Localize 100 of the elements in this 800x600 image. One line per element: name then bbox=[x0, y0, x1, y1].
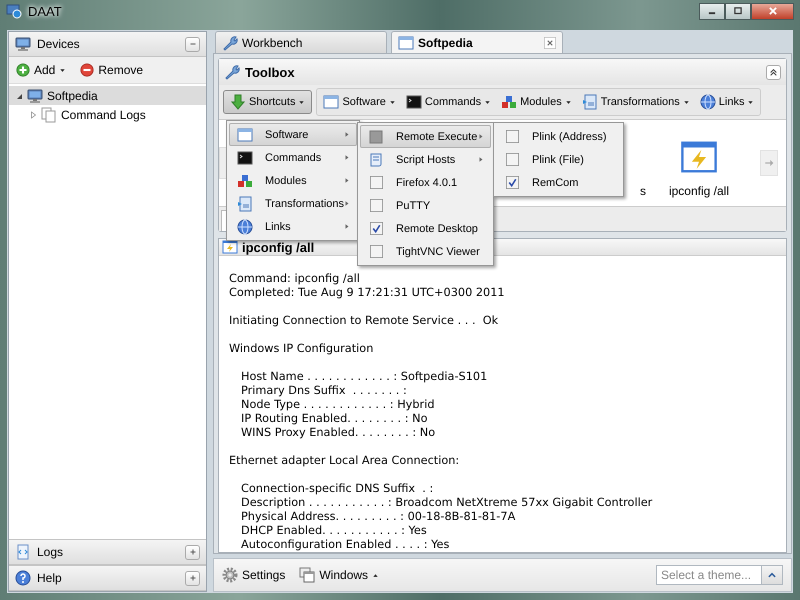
minimize-button[interactable] bbox=[699, 2, 725, 20]
menu-item[interactable]: Remote Execute bbox=[360, 125, 491, 148]
script-icon bbox=[582, 94, 598, 110]
menu-item[interactable]: Plink (File) bbox=[496, 148, 621, 171]
submenu-arrow-icon bbox=[344, 130, 350, 139]
toolbar-menu-button[interactable]: Software bbox=[319, 91, 400, 113]
window-icon bbox=[237, 126, 253, 142]
maximize-button[interactable] bbox=[725, 2, 751, 20]
dropdown-button[interactable] bbox=[762, 565, 783, 585]
tree-item[interactable]: Command Logs bbox=[9, 105, 206, 124]
add-button[interactable]: Add bbox=[14, 61, 68, 79]
settings-button[interactable]: Settings bbox=[222, 567, 286, 583]
wrench-icon bbox=[222, 34, 238, 50]
menu-item[interactable]: Remote Desktop bbox=[360, 217, 491, 240]
submenu-arrow-icon bbox=[344, 176, 350, 185]
checkbox[interactable] bbox=[506, 176, 518, 189]
globe-icon bbox=[237, 218, 253, 234]
right-arrow-icon bbox=[764, 158, 774, 168]
menu-item[interactable]: TightVNC Viewer bbox=[360, 240, 491, 263]
collapse-button[interactable] bbox=[185, 36, 200, 52]
caret-icon bbox=[682, 98, 690, 106]
tab[interactable]: Workbench bbox=[215, 31, 387, 53]
output-line: Node Type . . . . . . . . . . . . : Hybrid bbox=[240, 398, 434, 412]
output-line: Ethernet adapter Local Area Connection: bbox=[229, 454, 460, 468]
close-icon[interactable] bbox=[544, 36, 556, 48]
help-icon bbox=[15, 570, 31, 586]
panel-title: Devices bbox=[37, 37, 80, 51]
output-line: Autoconfiguration Enabled . . . . : Yes bbox=[240, 538, 450, 552]
collapse-button[interactable] bbox=[766, 64, 781, 80]
output-line: IP Routing Enabled. . . . . . . . : No bbox=[240, 412, 428, 426]
theme-field[interactable]: Select a theme... bbox=[656, 565, 762, 585]
caret-icon bbox=[747, 98, 754, 106]
remove-icon bbox=[80, 63, 94, 77]
expand-button[interactable] bbox=[185, 570, 200, 586]
panel-title: ipconfig /all bbox=[242, 240, 314, 254]
toolbar-menu-button[interactable]: Shortcuts bbox=[223, 90, 312, 114]
checkbox[interactable] bbox=[370, 222, 382, 235]
windows-menu-button[interactable]: Windows bbox=[299, 567, 380, 583]
menu-item[interactable]: Software bbox=[229, 123, 357, 146]
document-icon bbox=[41, 106, 57, 122]
output-line: WINS Proxy Enabled. . . . . . . . : No bbox=[240, 426, 436, 440]
shortcut-label: s bbox=[640, 184, 646, 198]
blocks-icon bbox=[237, 172, 253, 188]
double-chevron-icon bbox=[769, 68, 778, 76]
plus-icon bbox=[188, 548, 196, 556]
shortcut-label: ipconfig /all bbox=[668, 184, 730, 198]
close-icon bbox=[768, 6, 778, 16]
menu-item[interactable]: RemCom bbox=[496, 171, 621, 194]
caret-icon bbox=[298, 98, 306, 106]
checkbox[interactable] bbox=[370, 176, 382, 189]
checkbox[interactable] bbox=[506, 153, 518, 166]
caret-icon bbox=[564, 98, 572, 106]
submenu-arrow-icon bbox=[478, 155, 484, 164]
code-page-icon bbox=[15, 544, 31, 560]
output-line: Command: ipconfig /all bbox=[229, 272, 360, 286]
caret-icon bbox=[59, 66, 66, 74]
menu-item[interactable]: Firefox 4.0.1 bbox=[360, 171, 491, 194]
app-icon bbox=[6, 3, 22, 19]
monitor-icon bbox=[27, 88, 43, 104]
terminal-icon bbox=[237, 150, 253, 166]
submenu-arrow-icon bbox=[344, 199, 350, 208]
blocks-icon bbox=[501, 94, 518, 110]
chevron-up-icon bbox=[767, 570, 777, 580]
menu-item[interactable]: Links bbox=[229, 215, 357, 238]
menu-item[interactable]: Script Hosts bbox=[360, 148, 491, 171]
window-icon bbox=[323, 94, 340, 110]
add-icon bbox=[16, 63, 30, 77]
menu-item[interactable]: Commands bbox=[229, 146, 357, 169]
output-line: Connection-specific DNS Suffix . : bbox=[240, 482, 434, 496]
plus-icon bbox=[188, 574, 196, 582]
submenu-arrow-icon bbox=[344, 153, 350, 162]
checkbox[interactable] bbox=[506, 130, 518, 143]
section-title: Logs bbox=[37, 545, 64, 559]
menu-item[interactable]: Plink (Address) bbox=[496, 125, 621, 148]
square-icon bbox=[368, 128, 384, 144]
terminal-icon bbox=[406, 94, 422, 110]
checkbox[interactable] bbox=[370, 199, 382, 212]
menu-item[interactable]: PuTTY bbox=[360, 194, 491, 217]
output-line: Initiating Connection to Remote Service . . . Ok bbox=[229, 314, 498, 328]
caret-icon bbox=[484, 98, 492, 106]
close-button[interactable] bbox=[751, 2, 794, 20]
remove-button[interactable]: Remove bbox=[78, 61, 146, 79]
menu-item[interactable]: Transformations bbox=[229, 192, 357, 215]
checkbox[interactable] bbox=[370, 245, 382, 258]
submenu-arrow-icon bbox=[344, 222, 350, 231]
toolbar-menu-button[interactable]: Transformations bbox=[578, 91, 694, 113]
output-line: Completed: Tue Aug 9 17:21:31 UTC+0300 2011 bbox=[229, 286, 505, 300]
toolbar-menu-button[interactable]: Modules bbox=[497, 91, 576, 113]
toolbar-menu-button[interactable]: Commands bbox=[402, 91, 496, 113]
output-line: Description . . . . . . . . . . . : Broadcom NetXtreme 57xx Gigabit Controller bbox=[240, 496, 652, 510]
collapsed-icon bbox=[29, 110, 37, 118]
tree-item[interactable]: Softpedia bbox=[9, 86, 206, 105]
output-line: Windows IP Configuration bbox=[229, 342, 374, 356]
expand-button[interactable] bbox=[185, 544, 200, 560]
section-title: Help bbox=[37, 571, 62, 585]
toolbar-menu-button[interactable]: Links bbox=[696, 91, 758, 113]
tab[interactable]: Softpedia bbox=[391, 31, 563, 53]
download-arrow-icon bbox=[230, 94, 246, 110]
menu-item[interactable]: Modules bbox=[229, 169, 357, 192]
settings-icon bbox=[222, 567, 238, 583]
